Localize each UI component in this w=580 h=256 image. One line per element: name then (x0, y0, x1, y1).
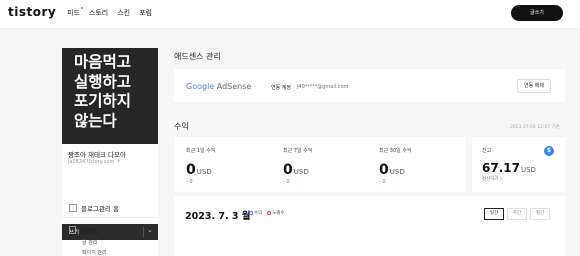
blog-url-text: ja0824.tistory.com (68, 159, 115, 165)
revenue-chart-card (174, 196, 565, 256)
cover-line: 실행하고 (74, 72, 132, 91)
document-icon (69, 226, 76, 234)
stat-label: 최근 30일 수익 (379, 148, 412, 154)
nav-item-feed[interactable]: 피드 (67, 7, 83, 18)
cover-line: 포기하지 (74, 92, 132, 110)
stat-unit: USD (196, 168, 212, 176)
stat-change: - 0 (186, 179, 193, 185)
stat-value: 0USD (379, 159, 412, 178)
account-email: j40*****@gmail.com (297, 84, 349, 90)
sidebar-item-home[interactable]: 블로그관리 홈 (69, 203, 119, 213)
nav-item-forum[interactable]: 포럼 (139, 8, 152, 18)
adsense-card: Google AdSense 연동 계정 j40*****@gmail.com … (174, 69, 565, 102)
settle-link[interactable]: 정산하기 〉 (482, 176, 505, 182)
updated-timestamp: 2023.07.04 12:07 기준 (510, 125, 560, 130)
stat-30day: 최근 30일 수익 0USD - 0 (379, 147, 412, 185)
divider (143, 227, 144, 237)
sidebar-item-content[interactable]: 콘텐츠 (69, 225, 98, 235)
tab-daily[interactable]: 일간 (484, 208, 504, 220)
legend-dot-icon (267, 210, 272, 215)
chevron-down-icon[interactable]: ⌄ (147, 226, 153, 234)
sidebar-subitem-posts[interactable]: 글 관리 (82, 239, 97, 246)
blog-url[interactable]: ja0824.tistory.com ↗ (68, 159, 120, 165)
nav-label: 피드 (67, 9, 80, 17)
tab-monthly[interactable]: 월간 (530, 208, 550, 220)
divider (62, 217, 158, 218)
blog-cover-image[interactable]: 마음먹고 실행하고 포기하지 않는다 (62, 48, 158, 144)
chart-date-text: 2023. 7. 3 월 (185, 211, 251, 222)
nav-item-skin[interactable]: 스킨 (117, 8, 130, 18)
blog-name[interactable]: 짱조아 재테크 다모아 (68, 149, 126, 159)
stat-unit: USD (389, 168, 405, 176)
cover-line: 않는다 (74, 111, 117, 130)
tistory-logo[interactable]: tistory (8, 5, 56, 19)
balance-label: 잔고 (482, 148, 492, 154)
account-label: 연동 계정 (271, 85, 291, 91)
stat-label: 최근 1일 수익 (186, 148, 216, 154)
adsense-logo-text: AdSense (216, 82, 252, 91)
home-icon (69, 204, 77, 212)
chart-legend: 수익 노출수 (249, 210, 285, 216)
stat-value: 0USD (186, 159, 215, 178)
google-adsense-logo: Google AdSense (186, 82, 251, 91)
legend-item-revenue[interactable]: 수익 (249, 210, 262, 216)
stat-number: 0 (379, 162, 389, 178)
balance-value: 67.17USD (482, 157, 536, 176)
tab-weekly[interactable]: 주간 (507, 208, 527, 220)
stat-label: 최근 7일 수익 (283, 148, 313, 154)
sidebar-subitem-pages[interactable]: 페이지 관리 (82, 249, 107, 256)
nav-item-story[interactable]: 스토리 (89, 8, 108, 18)
stat-number: 0 (283, 162, 293, 178)
stat-7day: 최근 7일 수익 0USD - 0 (283, 147, 312, 185)
new-dot-icon (80, 7, 83, 9)
revenue-section-title: 수익 (174, 122, 189, 131)
adsense-section-title: 애드센스 관리 (174, 52, 221, 61)
sidebar-item-label: 블로그관리 홈 (81, 205, 119, 213)
legend-label: 노출수 (272, 211, 285, 216)
adsense-logo-google: Google (186, 82, 215, 91)
stat-change: - 0 (283, 179, 290, 185)
write-post-button[interactable]: 글쓰기 (511, 5, 563, 21)
legend-label: 수익 (254, 211, 263, 216)
unlink-button[interactable]: 연동 해제 (517, 79, 551, 93)
dollar-icon: $ (544, 146, 554, 156)
sidebar-item-label: 콘텐츠 (80, 227, 98, 235)
stat-change: - 0 (379, 179, 386, 185)
legend-dot-icon (249, 210, 253, 215)
balance-unit: USD (520, 166, 536, 174)
revenue-stats-card (174, 137, 466, 192)
external-link-icon: ↗ (115, 159, 121, 165)
stat-1day: 최근 1일 수익 0USD - 0 (186, 147, 215, 185)
legend-item-impressions[interactable]: 노출수 (267, 210, 285, 216)
stat-value: 0USD (283, 159, 312, 178)
main-nav: 피드 스토리 스킨 포럼 (67, 7, 152, 18)
cover-line: 마음먹고 (74, 53, 132, 71)
chart-date[interactable]: 2023. 7. 3 월 (185, 208, 251, 222)
stat-unit: USD (293, 168, 309, 176)
top-bar: tistory 피드 스토리 스킨 포럼 글쓰기 (0, 0, 580, 29)
stat-number: 0 (186, 162, 196, 178)
balance-number: 67.17 (482, 161, 520, 175)
